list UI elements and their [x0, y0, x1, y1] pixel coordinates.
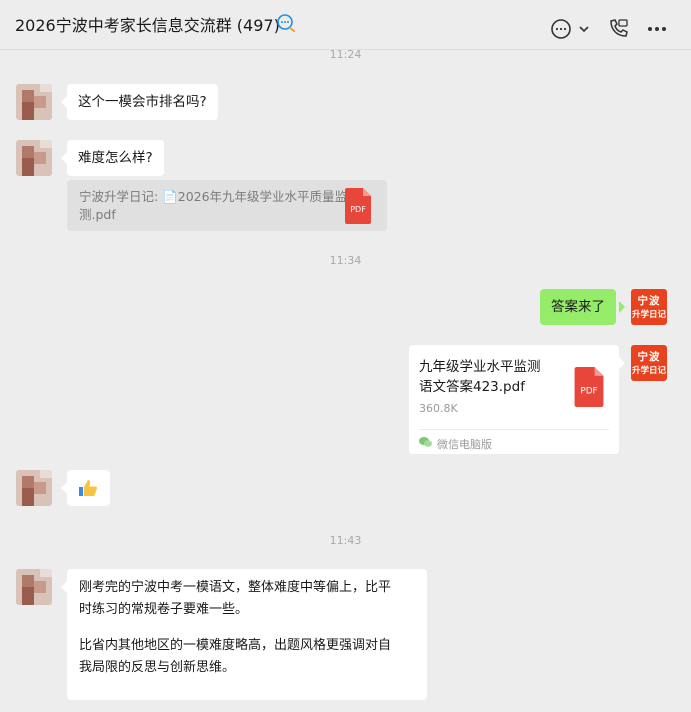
my-message-bubble[interactable]: 答案来了 — [540, 289, 616, 325]
chat-header: 2026宁波中考家长信息交流群 (497) — [0, 0, 691, 50]
quote-text-line: 测.pdf — [79, 207, 116, 222]
chat-bubble-icon[interactable] — [550, 17, 572, 41]
message-line: 我局限的反思与创新思维。 — [79, 660, 236, 675]
pdf-file-icon: PDF — [574, 367, 604, 407]
file-name: 九年级学业水平监测 语文答案423.pdf — [419, 357, 569, 397]
file-name-line: 九年级学业水平监测 — [419, 359, 541, 375]
divider — [419, 429, 609, 430]
message-bubble[interactable]: 刚考完的宁波中考一模语文，整体难度中等偏上，比平 时练习的常规卷子要难一些。 比… — [67, 569, 427, 700]
file-source: 微信电脑版 — [437, 438, 492, 451]
phone-icon[interactable] — [606, 17, 630, 41]
message-bubble[interactable]: 难度怎么样? — [67, 140, 164, 176]
timestamp: 11:43 — [329, 534, 362, 547]
bubble-tail — [619, 301, 625, 313]
quote-text-line: 宁波升学日记: 📄2026年九年级学业水平质量监 — [79, 189, 348, 204]
message-bubble[interactable]: 这个一模会市排名吗? — [67, 84, 218, 120]
my-avatar[interactable]: 宁波 升学日记 — [631, 289, 667, 325]
message-bubble[interactable] — [67, 470, 110, 506]
avatar-text-line: 宁波 — [637, 295, 661, 307]
message-line: 比省内其他地区的一模难度略高，出题风格更强调对自 — [79, 638, 392, 653]
pdf-file-icon: PDF — [345, 188, 371, 224]
bubble-tail — [619, 357, 625, 369]
pdf-label: PDF — [580, 387, 597, 397]
my-avatar[interactable]: 宁波 升学日记 — [631, 345, 667, 381]
file-name-line: 语文答案423.pdf — [419, 379, 525, 395]
timestamp: 11:24 — [329, 48, 362, 61]
chevron-down-icon[interactable] — [578, 17, 590, 41]
message-line: 时练习的常规卷子要难一些。 — [79, 602, 249, 617]
group-chat-icon[interactable] — [276, 13, 296, 33]
wechat-icon — [419, 437, 432, 447]
more-icon[interactable] — [646, 17, 668, 41]
pdf-label: PDF — [350, 205, 366, 214]
avatar-text-line: 升学日记 — [631, 366, 666, 376]
file-card[interactable]: 九年级学业水平监测 语文答案423.pdf 360.8K PDF 微信电脑版 — [409, 345, 619, 454]
quoted-message[interactable]: 宁波升学日记: 📄2026年九年级学业水平质量监 测.pdf PDF — [67, 180, 387, 231]
avatar[interactable] — [16, 140, 52, 176]
avatar-text-line: 宁波 — [637, 351, 661, 363]
message-line: 刚考完的宁波中考一模语文，整体难度中等偏上，比平 — [79, 580, 392, 595]
file-size: 360.8K — [419, 402, 458, 415]
avatar[interactable] — [16, 569, 52, 605]
avatar-text-line: 升学日记 — [631, 310, 666, 320]
avatar[interactable] — [16, 470, 52, 506]
thumbs-up-icon — [79, 480, 97, 496]
timestamp: 11:34 — [329, 254, 362, 267]
avatar[interactable] — [16, 84, 52, 120]
chat-title[interactable]: 2026宁波中考家长信息交流群 (497) — [15, 12, 280, 36]
